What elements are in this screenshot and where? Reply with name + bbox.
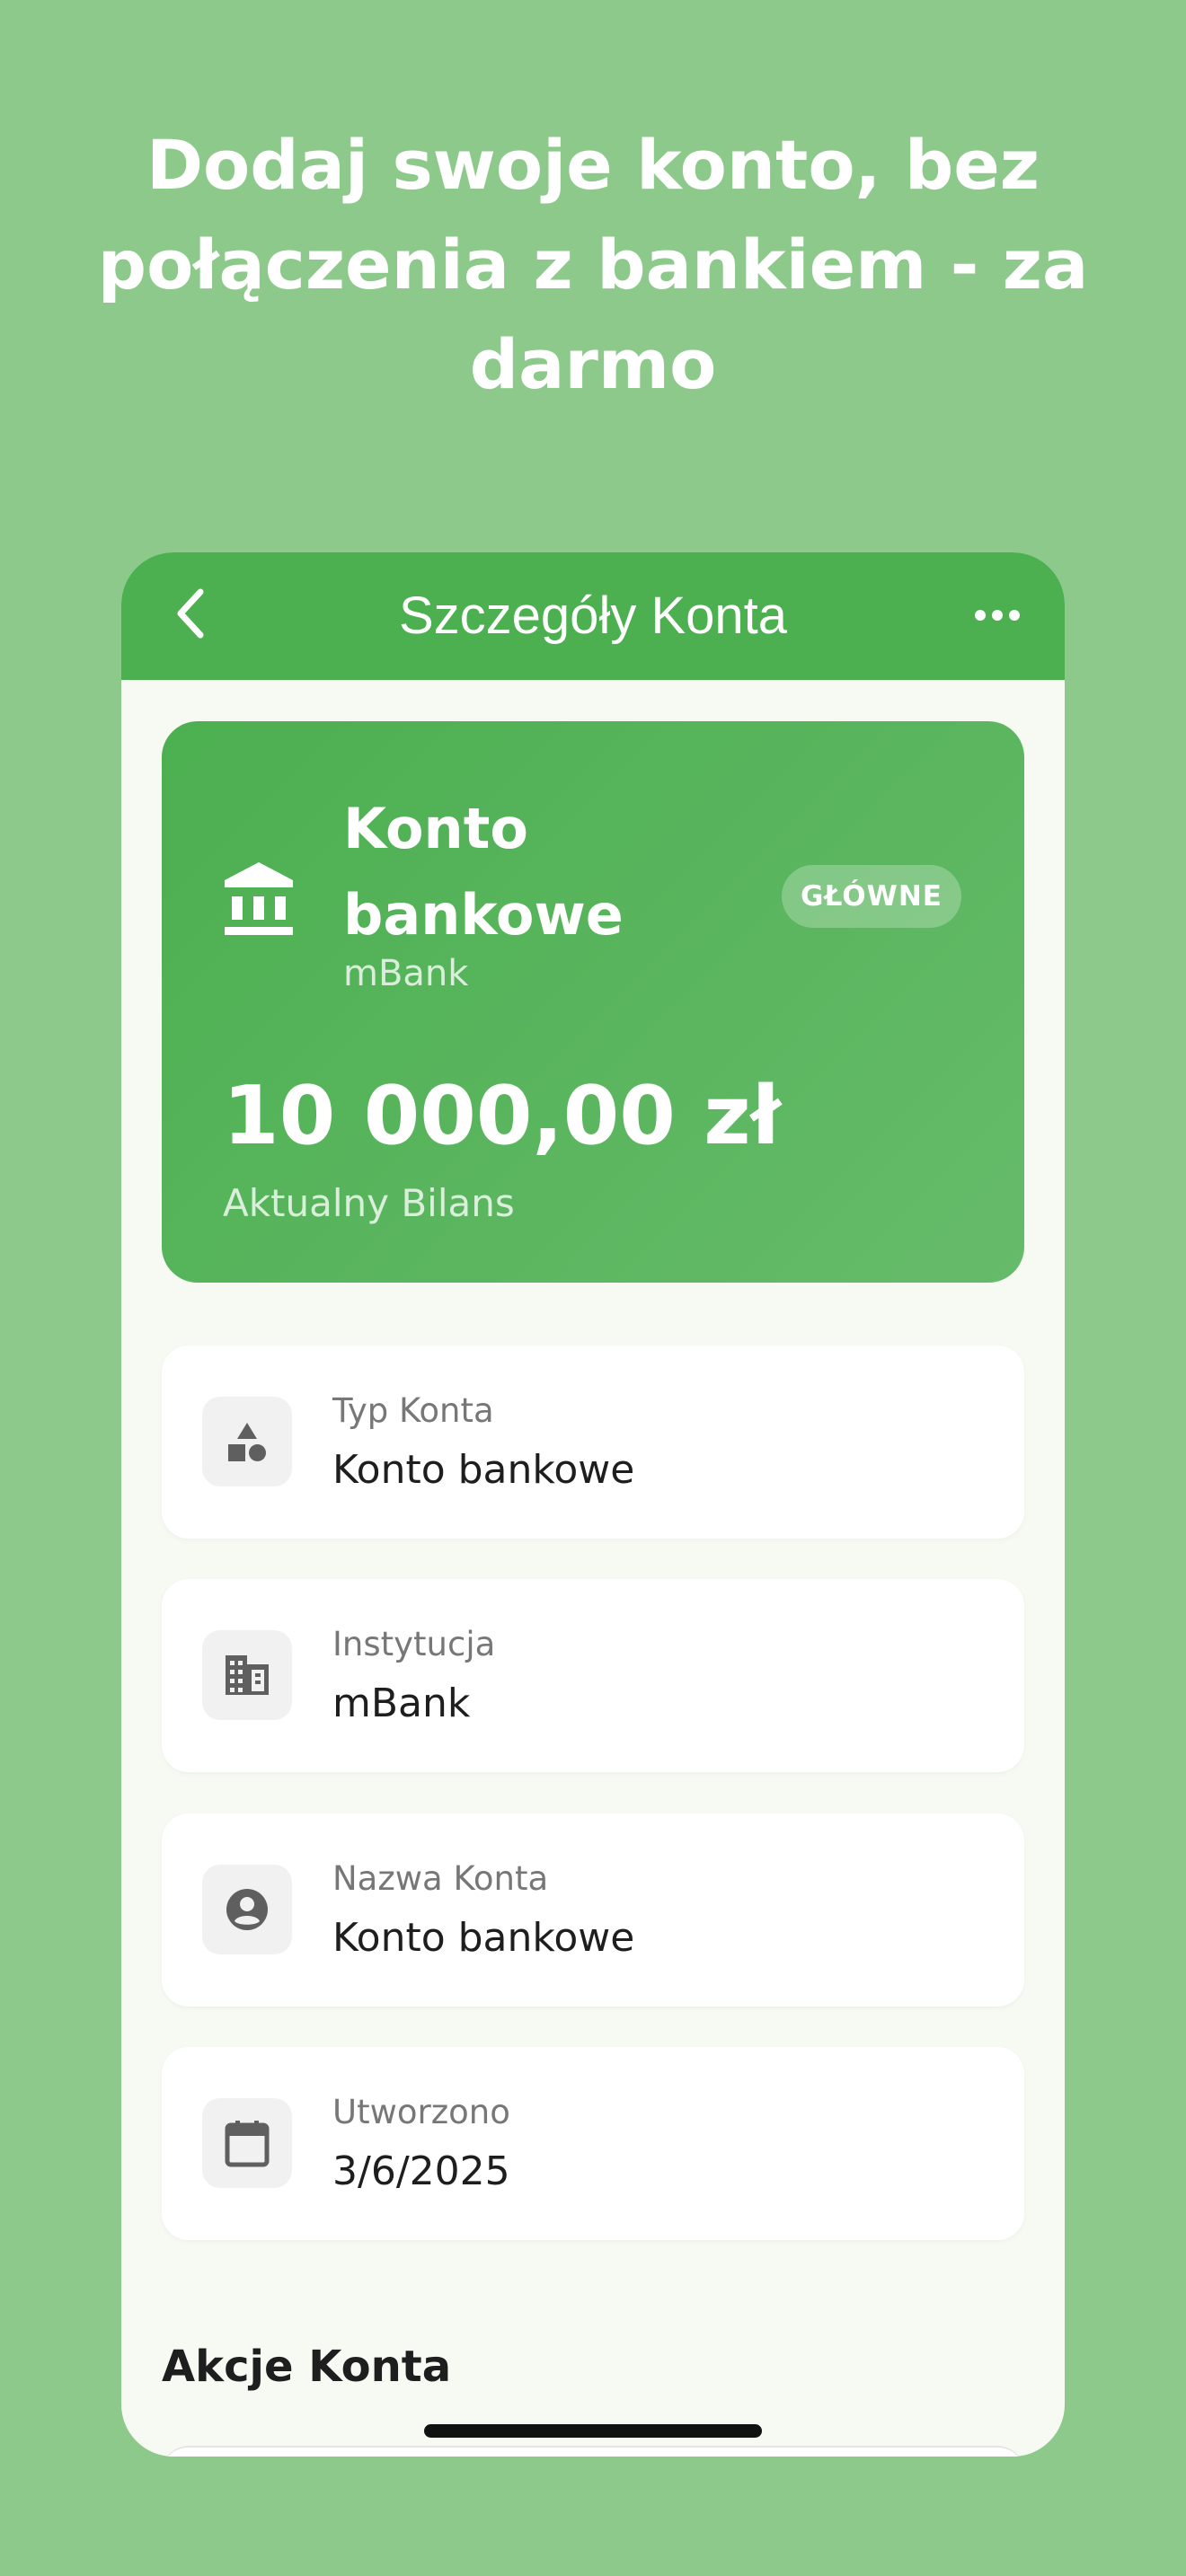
detail-label: Typ Konta: [332, 1391, 494, 1430]
account-action-card[interactable]: [162, 2446, 1024, 2457]
account-balance-card[interactable]: Konto bankowe mBank GŁÓWNE 10 000,00 zł …: [162, 721, 1024, 1283]
detail-icon-container: [202, 2098, 292, 2188]
detail-value: 3/6/2025: [332, 2148, 510, 2194]
balance-label: Aktualny Bilans: [223, 1181, 515, 1225]
account-circle-icon: [226, 1889, 268, 1930]
detail-label: Instytucja: [332, 1625, 496, 1663]
detail-row-account-name[interactable]: Nazwa Konta Konto bankowe: [162, 1813, 1024, 2007]
account-actions-heading: Akcje Konta: [162, 2342, 452, 2392]
balance-amount: 10 000,00 zł: [223, 1069, 781, 1163]
detail-value: mBank: [332, 1681, 471, 1726]
bank-icon: [225, 862, 293, 935]
home-indicator[interactable]: [424, 2424, 762, 2438]
building-icon: [226, 1655, 269, 1695]
account-title: Konto bankowe: [343, 796, 624, 948]
screen-title: Szczegóły Konta: [398, 587, 788, 645]
back-button[interactable]: [164, 587, 218, 640]
detail-value: Konto bankowe: [332, 1915, 635, 1961]
detail-icon-container: [202, 1630, 292, 1720]
detail-row-institution[interactable]: Instytucja mBank: [162, 1579, 1024, 1772]
detail-row-created[interactable]: Utworzono 3/6/2025: [162, 2047, 1024, 2240]
detail-label: Utworzono: [332, 2093, 510, 2131]
detail-label: Nazwa Konta: [332, 1859, 549, 1898]
detail-icon-container: [202, 1397, 292, 1486]
account-institution: mBank: [343, 953, 469, 994]
detail-value: Konto bankowe: [332, 1447, 635, 1493]
navigation-bar: Szczegóły Konta: [121, 552, 1065, 680]
more-options-button[interactable]: [966, 588, 1029, 642]
detail-icon-container: [202, 1865, 292, 1954]
calendar-icon: [225, 2121, 270, 2167]
more-horizontal-icon: [975, 610, 1020, 621]
promo-headline: Dodaj swoje konto, bez połączenia z bank…: [97, 125, 1089, 404]
category-shapes-icon: [228, 1423, 266, 1461]
phone-screen: Szczegóły Konta Konto bankowe mBank GŁÓW…: [121, 552, 1065, 2457]
main-account-badge: GŁÓWNE: [782, 865, 961, 928]
detail-row-account-type[interactable]: Typ Konta Konto bankowe: [162, 1345, 1024, 1539]
chevron-left-icon: [177, 588, 204, 639]
